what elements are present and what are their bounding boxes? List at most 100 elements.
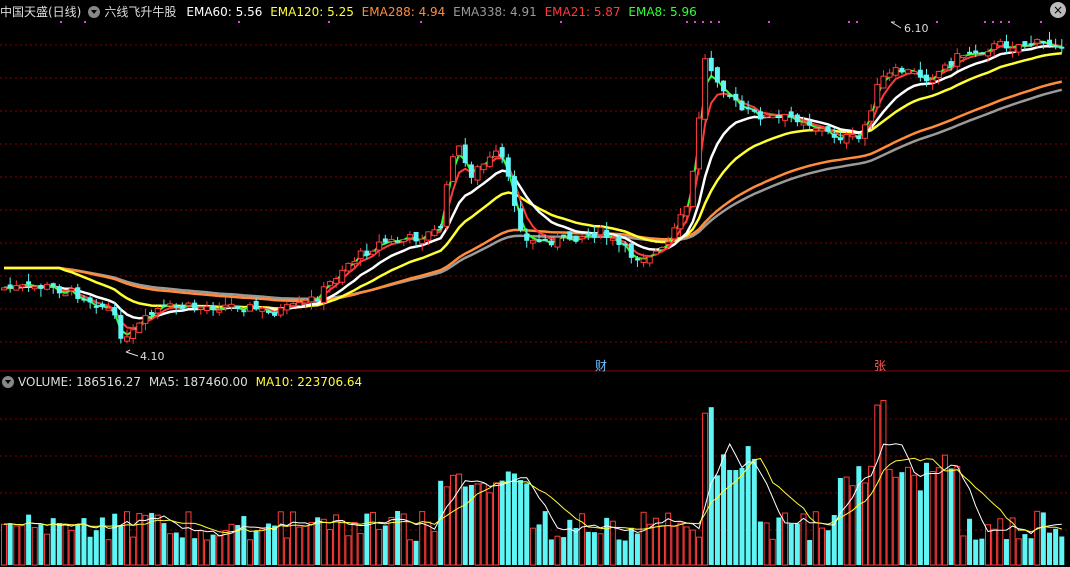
candle [456, 145, 463, 156]
volume-bar [493, 482, 499, 566]
candle [622, 243, 628, 246]
volume-bar [683, 526, 690, 566]
candle [542, 238, 548, 241]
volume-bar [856, 466, 862, 565]
volume-ma5-value: MA5: 187460.00 [148, 375, 248, 389]
volume-dropdown-icon[interactable] [2, 376, 14, 388]
signal-dot [1040, 21, 1042, 23]
volume-bar [794, 523, 800, 565]
volume-bar [197, 530, 204, 566]
candle [831, 134, 837, 138]
candle [50, 283, 56, 287]
volume-bar [1, 523, 7, 566]
candle [302, 300, 309, 304]
volume-bar [62, 524, 69, 566]
volume-bar [425, 521, 432, 566]
volume-bar [843, 476, 850, 566]
low-price-annotation: 4.10 [125, 349, 165, 363]
candle [486, 156, 493, 167]
candle [19, 284, 26, 288]
candle [757, 111, 763, 120]
volume-bar [277, 511, 284, 566]
candle [179, 305, 185, 309]
financial-report-marker[interactable]: 财 [595, 359, 607, 373]
volume-bar [87, 536, 93, 565]
volume-bar [112, 513, 118, 565]
volume-bar [370, 512, 376, 566]
candle [634, 258, 640, 261]
volume-bar [702, 412, 709, 566]
candle [1047, 39, 1052, 46]
volume-bar [351, 522, 358, 566]
candle [985, 51, 991, 57]
candle [185, 302, 192, 306]
volume-bar [769, 538, 776, 566]
candle [93, 305, 99, 308]
candle [714, 67, 720, 83]
volume-bar [1053, 528, 1059, 565]
volume-bar [438, 480, 444, 565]
volume-bar [911, 474, 918, 566]
candle [591, 232, 597, 238]
volume-bar [388, 516, 395, 566]
candle [265, 310, 271, 313]
candle [462, 144, 468, 164]
price-limit-marker[interactable]: 张 [874, 359, 886, 373]
volume-bar [721, 454, 727, 565]
candle [241, 310, 247, 313]
volume-bar [880, 400, 887, 566]
candle [727, 94, 733, 97]
volume-bar [1022, 534, 1028, 565]
candle [708, 57, 714, 72]
volume-bar [616, 539, 622, 565]
volume-bar [862, 482, 868, 566]
volume-bar [948, 468, 954, 565]
volume-bar [536, 524, 542, 565]
candle [1003, 41, 1009, 49]
volume-bar [142, 514, 149, 566]
volume-bar [524, 483, 530, 565]
candle [782, 113, 789, 121]
candle [880, 75, 887, 89]
signal-dot [1000, 21, 1002, 23]
candle [536, 239, 542, 243]
volume-bar [800, 513, 807, 566]
volume-bar [149, 512, 155, 565]
candle [308, 296, 315, 303]
volume-bar [345, 535, 352, 566]
volume-bar [960, 535, 967, 566]
candle [671, 227, 678, 240]
ema60-line [4, 44, 1062, 320]
candle [345, 262, 352, 272]
candle [431, 229, 438, 236]
volume-bar [449, 474, 456, 566]
candle [862, 124, 868, 139]
volume-bar [431, 530, 438, 566]
candle [652, 250, 659, 255]
volume-bar [505, 471, 511, 565]
candle [659, 246, 666, 250]
volume-bar [68, 529, 75, 566]
candle [493, 150, 499, 158]
candle [886, 72, 893, 78]
candle [616, 236, 622, 245]
volume-bar [763, 522, 770, 566]
signal-dot [718, 21, 720, 23]
candle [222, 304, 229, 308]
candle [154, 307, 161, 314]
candle [807, 121, 813, 126]
signal-dot [328, 21, 330, 23]
volume-bar [468, 484, 474, 565]
volume-bar [874, 404, 881, 566]
candle [413, 231, 419, 242]
volume-bar [677, 522, 684, 566]
volume-bar [326, 529, 333, 566]
ema-lines [4, 40, 1063, 336]
candle [905, 69, 912, 74]
candle [118, 315, 124, 339]
signal-dot [84, 21, 86, 23]
candle [567, 231, 573, 240]
volume-bar [161, 523, 167, 565]
candle [7, 284, 13, 288]
candle [524, 233, 530, 241]
